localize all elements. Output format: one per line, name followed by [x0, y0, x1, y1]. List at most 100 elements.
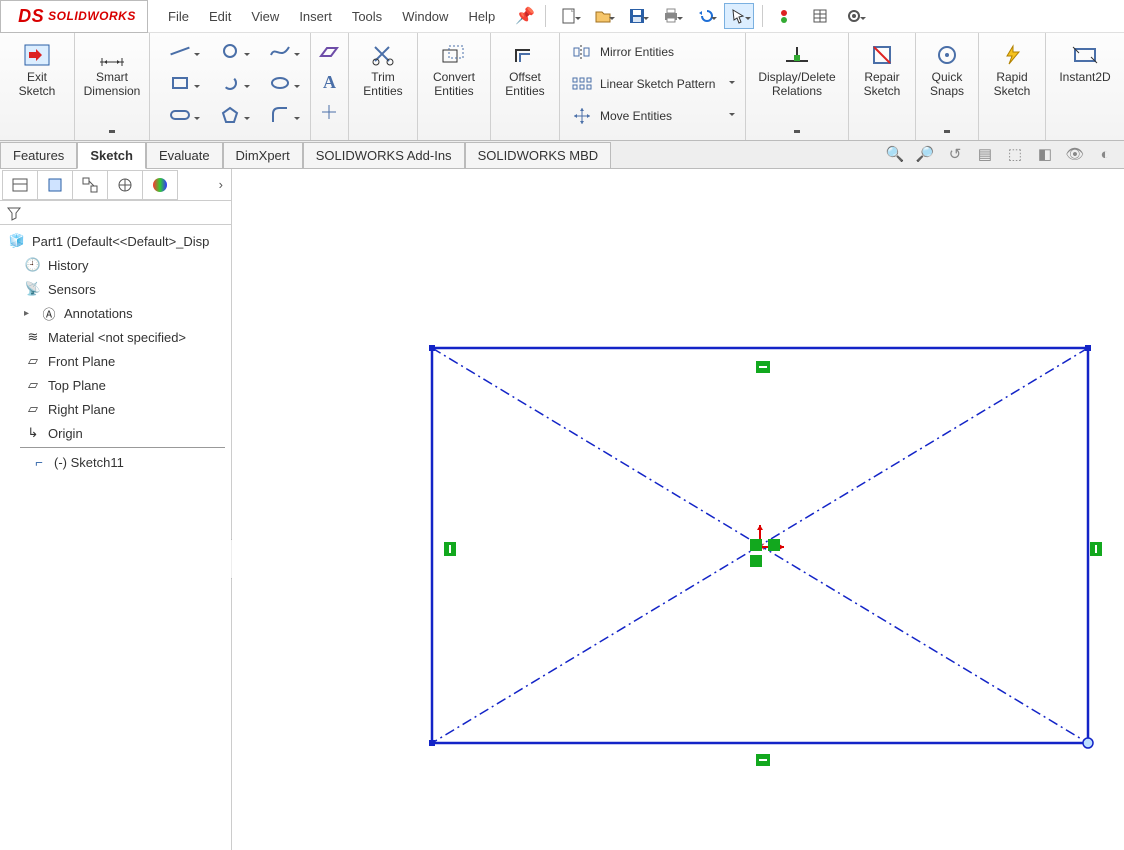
- plane-tool[interactable]: [319, 37, 339, 67]
- relation-coincident[interactable]: [768, 539, 780, 551]
- menu-edit[interactable]: Edit: [201, 5, 239, 28]
- tree-active-sketch[interactable]: ⌐ (-) Sketch11: [0, 450, 231, 474]
- new-button[interactable]: [554, 3, 584, 29]
- expand-managers-icon[interactable]: ›: [211, 177, 231, 192]
- vertex[interactable]: [429, 740, 435, 746]
- group-repair: Repair Sketch: [849, 33, 916, 140]
- vertex[interactable]: [429, 345, 435, 351]
- relation-vertical-left[interactable]: [444, 542, 456, 556]
- section-view-icon[interactable]: ▤: [974, 143, 996, 165]
- relation-vertical-right[interactable]: [1090, 542, 1102, 556]
- dropdown-icon: [109, 130, 115, 133]
- tab-dimxpert[interactable]: DimXpert: [223, 142, 303, 169]
- quick-snaps-button[interactable]: Quick Snaps: [922, 37, 972, 133]
- mirror-entities-button[interactable]: Mirror Entities: [566, 37, 739, 67]
- tab-addins[interactable]: SOLIDWORKS Add-Ins: [303, 142, 465, 169]
- tree-annotations[interactable]: ▸ Ⓐ Annotations: [0, 301, 231, 325]
- prev-view-icon[interactable]: ↺: [944, 143, 966, 165]
- polygon-tool[interactable]: [206, 101, 254, 129]
- tab-sketch[interactable]: Sketch: [77, 142, 146, 169]
- zoom-fit-icon[interactable]: 🔍: [884, 143, 906, 165]
- menu-tools[interactable]: Tools: [344, 5, 390, 28]
- menu-insert[interactable]: Insert: [291, 5, 340, 28]
- tab-mbd[interactable]: SOLIDWORKS MBD: [465, 142, 612, 169]
- relation-coincident[interactable]: [750, 539, 762, 551]
- display-style-icon[interactable]: ◧: [1034, 143, 1056, 165]
- tree-material[interactable]: ≋ Material <not specified>: [0, 325, 231, 349]
- menu-view[interactable]: View: [243, 5, 287, 28]
- line-icon: [170, 47, 189, 56]
- relation-horizontal-top[interactable]: [756, 361, 770, 373]
- linear-pattern-button[interactable]: Linear Sketch Pattern: [566, 69, 739, 99]
- mirror-icon: [570, 41, 594, 63]
- convert-entities-button[interactable]: Convert Entities: [424, 37, 484, 133]
- spline-tool[interactable]: [256, 37, 304, 65]
- display-delete-relations-button[interactable]: Display/Delete Relations: [752, 37, 842, 133]
- tree-front-plane[interactable]: ▱ Front Plane: [0, 349, 231, 373]
- ellipse-tool[interactable]: [256, 69, 304, 97]
- trim-entities-button[interactable]: Trim Entities: [355, 37, 411, 133]
- feature-manager-tab[interactable]: [2, 170, 38, 200]
- instant2d-button[interactable]: Instant2D: [1052, 37, 1118, 133]
- tab-evaluate[interactable]: Evaluate: [146, 142, 223, 169]
- file-properties-button[interactable]: [805, 3, 835, 29]
- dimxpert-manager-tab[interactable]: [107, 170, 143, 200]
- display-manager-tab[interactable]: [142, 170, 178, 200]
- group-sketch-entities: [150, 33, 311, 140]
- main-menu: File Edit View Insert Tools Window Help: [148, 5, 515, 28]
- fillet-tool[interactable]: [256, 101, 304, 129]
- menu-window[interactable]: Window: [394, 5, 456, 28]
- repair-sketch-button[interactable]: Repair Sketch: [855, 37, 909, 133]
- property-manager-tab[interactable]: [37, 170, 73, 200]
- select-tool-button[interactable]: [724, 3, 754, 29]
- menu-help[interactable]: Help: [460, 5, 503, 28]
- rollback-bar[interactable]: [20, 447, 225, 448]
- tree-root-part[interactable]: 🧊 Part1 (Default<<Default>_Disp: [0, 229, 231, 253]
- rapid-sketch-button[interactable]: Rapid Sketch: [985, 37, 1039, 133]
- pin-icon[interactable]: 📌: [515, 6, 533, 26]
- smart-dimension-button[interactable]: Smart Dimension: [81, 37, 143, 133]
- rebuild-button[interactable]: [771, 3, 801, 29]
- separator: [545, 5, 546, 27]
- relation-coincident[interactable]: [750, 555, 762, 567]
- move-entities-button[interactable]: Move Entities: [566, 101, 739, 131]
- fillet-icon: [271, 106, 289, 124]
- tree-filter-bar[interactable]: [0, 201, 231, 225]
- options-button[interactable]: [839, 3, 869, 29]
- hide-show-icon[interactable]: 👁: [1064, 143, 1086, 165]
- smart-dimension-icon: [98, 41, 126, 69]
- zoom-area-icon[interactable]: 🔎: [914, 143, 936, 165]
- relations-icon: [783, 41, 811, 69]
- rectangle-tool[interactable]: [156, 69, 204, 97]
- expand-icon[interactable]: ▸: [24, 308, 34, 319]
- graphics-area[interactable]: ✳: [232, 169, 1124, 850]
- rectangle-icon: [172, 77, 188, 89]
- menu-file[interactable]: File: [160, 5, 197, 28]
- open-button[interactable]: [588, 3, 618, 29]
- tree-sensors[interactable]: 📡 Sensors: [0, 277, 231, 301]
- point-tool[interactable]: [322, 97, 336, 127]
- tree-history[interactable]: 🕘 History: [0, 253, 231, 277]
- line-tool[interactable]: [156, 37, 204, 65]
- tab-features[interactable]: Features: [0, 142, 77, 169]
- vertex-active[interactable]: [1083, 738, 1093, 748]
- undo-button[interactable]: [690, 3, 720, 29]
- ellipse-icon: [270, 76, 290, 90]
- offset-entities-button[interactable]: Offset Entities: [497, 37, 553, 133]
- exit-sketch-button[interactable]: Exit Sketch: [6, 37, 68, 133]
- slot-tool[interactable]: [156, 101, 204, 129]
- appearance-icon[interactable]: ◐: [1094, 143, 1116, 165]
- tree-origin[interactable]: ↳ Origin: [0, 421, 231, 445]
- text-tool[interactable]: A: [323, 67, 336, 97]
- vertex[interactable]: [1085, 345, 1091, 351]
- app-logo: DS SOLIDWORKS: [0, 0, 148, 33]
- tree-top-plane[interactable]: ▱ Top Plane: [0, 373, 231, 397]
- print-button[interactable]: [656, 3, 686, 29]
- arc-tool[interactable]: [206, 69, 254, 97]
- save-button[interactable]: [622, 3, 652, 29]
- view-orient-icon[interactable]: ⬚: [1004, 143, 1026, 165]
- tree-right-plane[interactable]: ▱ Right Plane: [0, 397, 231, 421]
- relation-horizontal-bottom[interactable]: [756, 754, 770, 766]
- config-manager-tab[interactable]: [72, 170, 108, 200]
- circle-tool[interactable]: [206, 37, 254, 65]
